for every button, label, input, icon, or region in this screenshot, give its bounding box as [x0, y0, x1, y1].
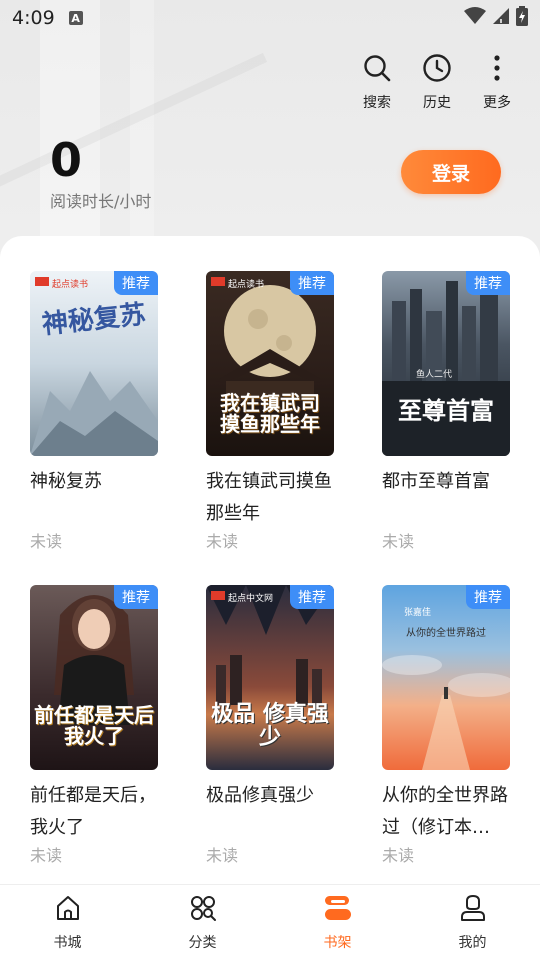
profile-icon: [459, 894, 487, 926]
cover-brand: 张嘉佳: [404, 608, 432, 618]
reading-time-label: 阅读时长/小时: [50, 192, 152, 211]
bookshelf: 起点读书 神秘复苏 推荐 神秘复苏 未读 起点读书 我在镇武司 摸鱼那些年 推荐…: [0, 236, 540, 896]
book-cover[interactable]: 前任都是天后 我火了 推荐: [30, 585, 158, 770]
history-button[interactable]: 历史: [416, 52, 458, 112]
cover-brand: 起点读书: [52, 280, 89, 290]
header-actions: 搜索 历史 更多: [356, 52, 518, 112]
book-title: 我在镇武司摸鱼那些年: [206, 471, 332, 524]
book-read-status: 未读: [206, 532, 239, 551]
book-title: 从你的全世界路过（修订本…: [382, 785, 508, 838]
nav-label: 我的: [458, 934, 487, 951]
more-vertical-icon: [481, 52, 513, 84]
clock-icon: [421, 52, 453, 84]
nav-item-bookstore[interactable]: 书城: [0, 885, 135, 960]
reading-time-value: 0: [50, 133, 83, 187]
search-icon: [361, 52, 393, 84]
login-button[interactable]: 登录: [401, 150, 501, 194]
recommend-badge: 推荐: [466, 271, 510, 295]
background-decoration: [0, 0, 540, 260]
cover-title: 至尊首富: [398, 397, 494, 425]
book-item[interactable]: 张嘉佳 从你的全世界路过 推荐 从你的全世界路过（修订本…: [382, 585, 522, 844]
recommend-badge: 推荐: [114, 271, 158, 295]
reading-time: 0 阅读时长/小时: [50, 132, 151, 212]
notification-a-icon: A: [68, 11, 83, 25]
book-cover[interactable]: 起点中文网 极品 修真强少 推荐: [206, 585, 334, 770]
book-item[interactable]: 起点读书 我在镇武司 摸鱼那些年 推荐 我在镇武司摸鱼那些年: [206, 271, 346, 530]
cover-brand: 鱼人二代: [416, 370, 453, 380]
book-item[interactable]: 起点中文网 极品 修真强少 推荐 极品修真强少: [206, 585, 346, 812]
signal-icon: [492, 7, 510, 29]
book-item[interactable]: 前任都是天后 我火了 推荐 前任都是天后，我火了: [30, 585, 170, 844]
nav-item-bookshelf[interactable]: 书架: [270, 885, 405, 960]
book-item[interactable]: 鱼人二代 至尊首富 推荐 都市至尊首富: [382, 271, 522, 498]
cover-title: 从你的全世界路过: [406, 628, 486, 639]
cover-brand: 起点中文网: [228, 594, 274, 604]
book-title: 神秘复苏: [30, 471, 102, 492]
book-cover[interactable]: 鱼人二代 至尊首富 推荐: [382, 271, 510, 456]
more-button[interactable]: 更多: [476, 52, 518, 112]
book-cover[interactable]: 起点读书 神秘复苏 推荐: [30, 271, 158, 456]
nav-label: 书城: [53, 934, 82, 951]
search-label: 搜索: [363, 95, 391, 111]
more-label: 更多: [483, 95, 511, 111]
book-item[interactable]: 起点读书 神秘复苏 推荐 神秘复苏: [30, 271, 170, 498]
bookshelf-icon: [323, 894, 353, 926]
book-read-status: 未读: [206, 846, 239, 865]
book-read-status: 未读: [382, 532, 415, 551]
search-button[interactable]: 搜索: [356, 52, 398, 112]
bottom-nav: 书城 分类 书架 我的: [0, 884, 540, 960]
book-title: 都市至尊首富: [382, 471, 490, 492]
battery-icon: [516, 6, 528, 30]
nav-item-profile[interactable]: 我的: [405, 885, 540, 960]
status-bar: 4:09 A: [0, 0, 540, 36]
book-title: 极品修真强少: [206, 785, 314, 806]
nav-item-category[interactable]: 分类: [135, 885, 270, 960]
history-label: 历史: [423, 95, 451, 111]
cover-brand: 起点读书: [228, 280, 265, 290]
book-read-status: 未读: [30, 846, 63, 865]
nav-label: 分类: [188, 934, 217, 951]
wifi-icon: [464, 7, 486, 29]
home-icon: [54, 894, 82, 926]
recommend-badge: 推荐: [114, 585, 158, 609]
cover-title: 极品 修真强少: [211, 702, 329, 751]
book-cover[interactable]: 起点读书 我在镇武司 摸鱼那些年 推荐: [206, 271, 334, 456]
recommend-badge: 推荐: [466, 585, 510, 609]
book-cover[interactable]: 张嘉佳 从你的全世界路过 推荐: [382, 585, 510, 770]
book-title: 前任都是天后，我火了: [30, 785, 156, 838]
recommend-badge: 推荐: [290, 271, 334, 295]
book-read-status: 未读: [382, 846, 415, 865]
status-time: 4:09: [12, 7, 55, 29]
recommend-badge: 推荐: [290, 585, 334, 609]
cover-title: 我在镇武司 摸鱼那些年: [220, 391, 320, 436]
nav-label: 书架: [323, 934, 352, 951]
book-read-status: 未读: [30, 532, 63, 551]
category-icon: [189, 894, 217, 926]
cover-title: 前任都是天后 我火了: [34, 703, 154, 748]
